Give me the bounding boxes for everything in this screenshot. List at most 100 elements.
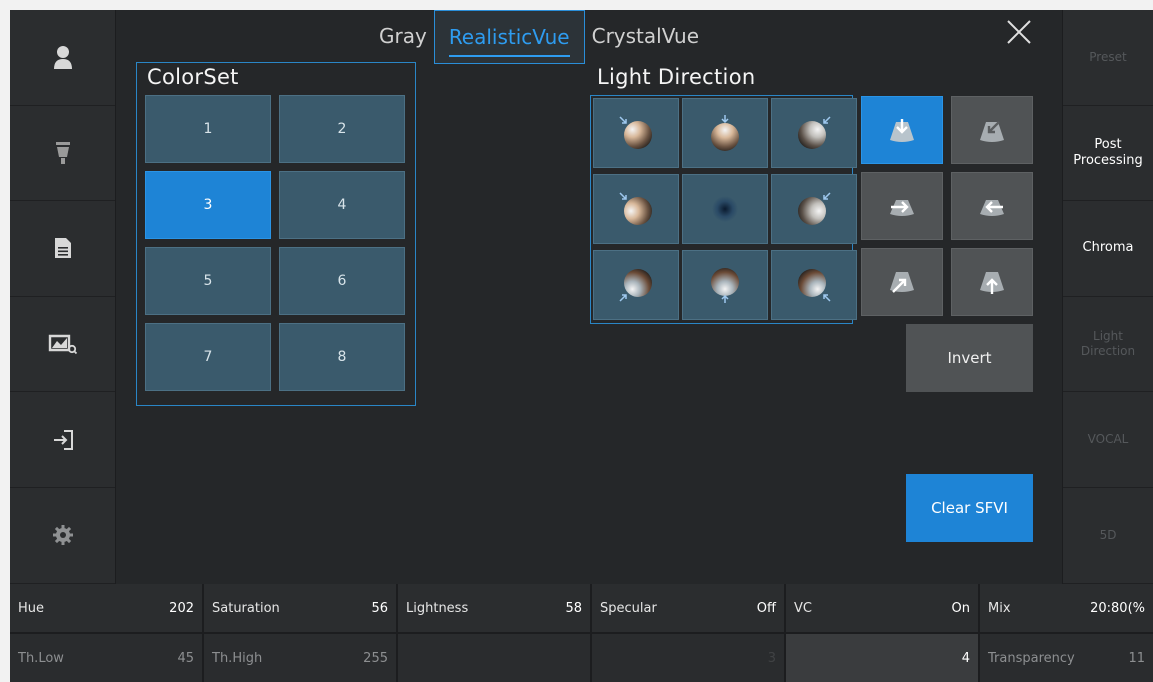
tab-gray[interactable]: Gray: [372, 10, 434, 62]
sphere-light-top-icon: [711, 115, 739, 151]
param-level-4[interactable]: 4: [786, 634, 978, 682]
colorset-button-7[interactable]: 7: [145, 323, 271, 391]
sidebar-item-post-processing[interactable]: Post Processing: [1063, 106, 1153, 202]
sidebar-item-5d[interactable]: 5D: [1063, 488, 1153, 584]
sidebar-item-vocal[interactable]: VOCAL: [1063, 392, 1153, 488]
light-dir-bottom[interactable]: [682, 250, 768, 320]
exit-button[interactable]: [10, 392, 115, 488]
review-button[interactable]: [10, 297, 115, 393]
param-value: 4: [961, 650, 970, 666]
param-value: On: [951, 600, 970, 616]
sidebar-item-chroma[interactable]: Chroma: [1063, 201, 1153, 297]
sphere-light-bottom-right-icon: [798, 269, 831, 302]
colorset-button-2[interactable]: 2: [279, 95, 405, 163]
tab-label: CrystalVue: [591, 24, 700, 48]
param-empty: [398, 634, 590, 682]
param-transparency[interactable]: Transparency 11: [980, 634, 1153, 682]
sphere-light-bottom-left-icon: [619, 269, 652, 302]
left-sidebar: [10, 10, 116, 584]
sidebar-item-preset[interactable]: Preset: [1063, 10, 1153, 106]
view-direction-down-left-button[interactable]: [951, 96, 1033, 164]
invert-button[interactable]: Invert: [906, 324, 1033, 392]
light-dir-top[interactable]: [682, 98, 768, 168]
param-th-high[interactable]: Th.High 255: [204, 634, 396, 682]
param-value: 255: [363, 650, 388, 666]
probe-arrow-down-icon: [890, 119, 914, 142]
param-label: Transparency: [988, 650, 1075, 666]
light-dir-top-right[interactable]: [771, 98, 857, 168]
sidebar-item-light-direction[interactable]: Light Direction: [1063, 297, 1153, 393]
close-button[interactable]: [1006, 19, 1032, 45]
probe-arrow-diagonal-icon: [980, 121, 1004, 142]
report-icon: [54, 238, 71, 259]
probe-button[interactable]: [10, 106, 115, 202]
view-direction-down-button[interactable]: [861, 96, 943, 164]
probe-arrow-left-icon: [980, 200, 1004, 216]
image-search-icon: [48, 334, 77, 355]
param-th-low[interactable]: Th.Low 45: [10, 634, 202, 682]
colorset-button-5[interactable]: 5: [145, 247, 271, 315]
probe-icon: [55, 141, 70, 164]
param-value: 45: [177, 650, 194, 666]
tab-crystalvue[interactable]: CrystalVue: [585, 10, 706, 62]
sphere-light-center-icon: [712, 196, 738, 222]
light-direction-grid: [590, 95, 857, 324]
colorset-button-4[interactable]: 4: [279, 171, 405, 239]
settings-button[interactable]: [10, 488, 115, 584]
realisticvue-panel: Gray RealisticVue CrystalVue ColorSet 1 …: [10, 10, 1153, 682]
param-label: Hue: [18, 600, 45, 616]
light-dir-top-left[interactable]: [593, 98, 679, 168]
tab-realisticvue[interactable]: RealisticVue: [433, 10, 585, 64]
colorset-panel: 1 2 3 4 5 6 7 8: [136, 62, 416, 406]
close-icon: [1007, 20, 1031, 44]
view-direction-right-button[interactable]: [861, 172, 943, 240]
param-value: 58: [565, 600, 582, 616]
right-sidebar: Preset Post Processing Chroma Light Dire…: [1062, 10, 1153, 584]
light-dir-bottom-left[interactable]: [593, 250, 679, 320]
tab-label: Gray: [379, 24, 427, 48]
clear-sfvi-button[interactable]: Clear SFVI: [906, 474, 1033, 542]
colorset-button-8[interactable]: 8: [279, 323, 405, 391]
param-label: Th.Low: [18, 650, 64, 666]
report-button[interactable]: [10, 201, 115, 297]
param-label: Mix: [988, 600, 1011, 616]
param-label: VC: [794, 600, 812, 616]
param-value: 20:80(%: [1090, 600, 1145, 616]
view-direction-up-right-button[interactable]: [861, 248, 943, 316]
param-saturation[interactable]: Saturation 56: [204, 584, 396, 632]
param-value: Off: [756, 600, 776, 616]
sphere-light-left-icon: [619, 192, 652, 225]
light-dir-left[interactable]: [593, 174, 679, 244]
view-direction-up-button[interactable]: [951, 248, 1033, 316]
param-vc[interactable]: VC On: [786, 584, 978, 632]
colorset-button-3[interactable]: 3: [145, 171, 271, 239]
param-lightness[interactable]: Lightness 58: [398, 584, 590, 632]
light-dir-right[interactable]: [771, 174, 857, 244]
param-disabled-3: 3: [592, 634, 784, 682]
gear-icon: [52, 525, 73, 546]
light-dir-bottom-right[interactable]: [771, 250, 857, 320]
light-dir-center[interactable]: [682, 174, 768, 244]
colorset-button-1[interactable]: 1: [145, 95, 271, 163]
colorset-button-6[interactable]: 6: [279, 247, 405, 315]
probe-arrow-up-icon: [980, 272, 1004, 294]
view-direction-left-button[interactable]: [951, 172, 1033, 240]
param-mix[interactable]: Mix 20:80(%: [980, 584, 1153, 632]
param-label: Specular: [600, 600, 657, 616]
parameter-bar: Hue 202 Saturation 56 Lightness 58 Specular…: [10, 584, 1153, 682]
probe-arrow-right-icon: [890, 200, 914, 216]
patient-button[interactable]: [10, 10, 115, 106]
param-value: 3: [767, 650, 776, 666]
param-value: 202: [169, 600, 194, 616]
exit-icon: [53, 429, 73, 450]
param-specular[interactable]: Specular Off: [592, 584, 784, 632]
param-label: Lightness: [406, 600, 469, 616]
tab-label: RealisticVue: [448, 25, 570, 57]
param-label: Th.High: [212, 650, 263, 666]
param-value: 11: [1128, 650, 1145, 666]
param-value: 56: [371, 600, 388, 616]
sphere-light-top-right-icon: [798, 116, 831, 149]
light-direction-title: Light Direction: [597, 65, 756, 89]
param-hue[interactable]: Hue 202: [10, 584, 202, 632]
param-label: Saturation: [212, 600, 280, 616]
